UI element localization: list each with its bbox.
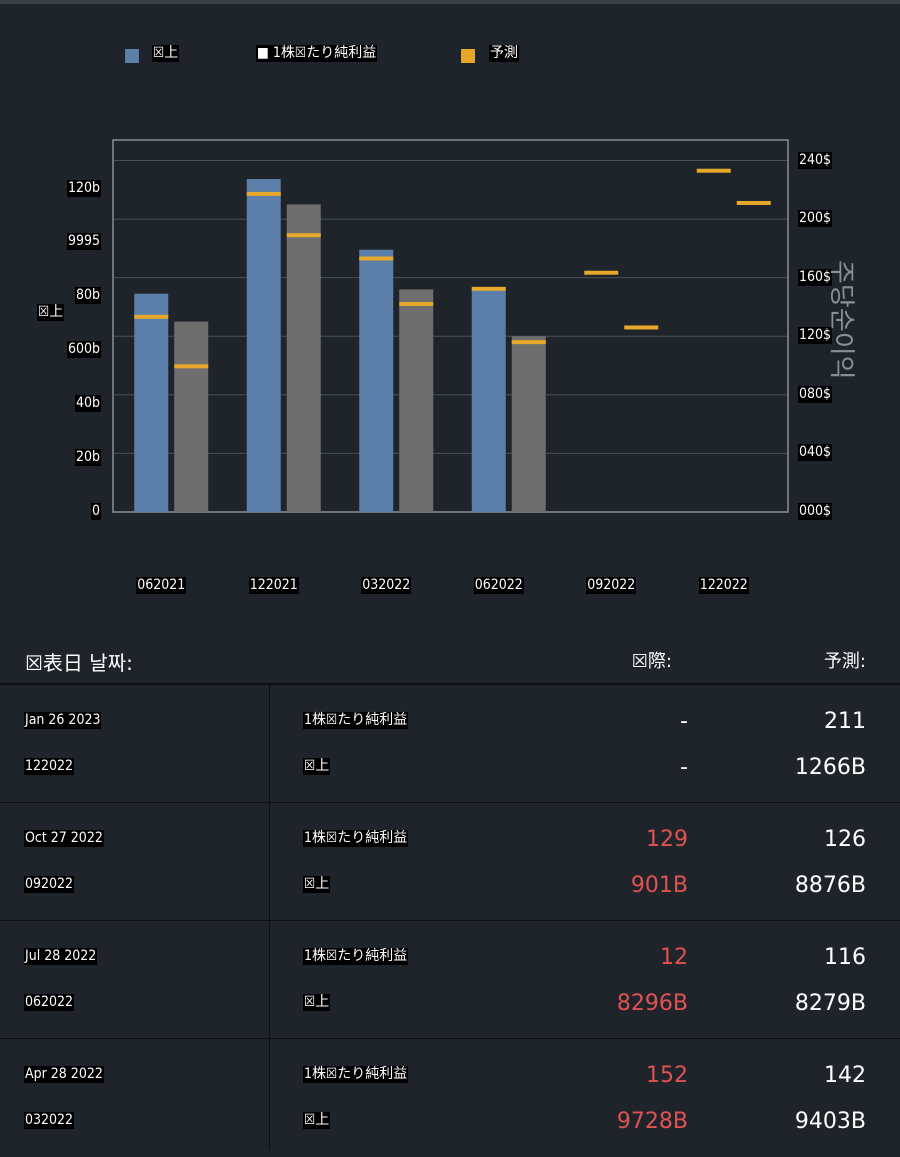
revenue-forecast-marker [584,270,619,275]
table-row[interactable]: Jul 28 2022 062022 1株☒たり純利益 ☒上 12 8296B … [0,920,900,1039]
x-axis-tick: 032022 [361,577,412,594]
left-axis-tick: 20b [74,449,101,467]
right-axis-tick: 200$ [798,210,833,228]
x-axis-tick: 062022 [473,577,524,594]
fiscal-period: 032022 [24,1112,75,1129]
revenue-forecast-marker [696,168,731,173]
fiscal-period: 092022 [24,876,75,893]
left-axis-title: ☒上 [37,304,65,321]
eps-bar [511,336,546,512]
revenue-bar [471,288,506,512]
left-axis-tick: 600b [66,341,101,359]
eps-actual: 129 [646,827,688,852]
header-actual: ☒際: [631,651,672,672]
revenue-label: ☒上 [303,758,331,775]
report-date: Jan 26 2023 [24,712,102,729]
right-axis-tick: 080$ [798,385,833,403]
header-date: ☒表日 날짜: [25,651,133,675]
eps-label: 1株☒たり純利益 [303,830,409,847]
revenue-actual: - [680,755,688,780]
eps-forecast-marker [511,340,546,345]
report-date: Apr 28 2022 [24,1066,104,1083]
eps-label: 1株☒たり純利益 [303,712,409,729]
x-axis-tick: 092022 [586,577,637,594]
left-axis-tick: 0 [90,503,101,520]
revenue-label: ☒上 [303,1112,331,1129]
fiscal-period: 122022 [24,758,75,775]
left-axis-tick: 80b [74,287,101,305]
report-date: Jul 28 2022 [24,948,98,965]
earnings-chart [112,139,789,513]
revenue-forecast: 9403B [794,1109,866,1134]
eps-forecast-marker [286,233,321,238]
revenue-forecast-marker [359,256,394,261]
eps-actual: - [680,709,688,734]
plot-frame [112,139,789,513]
eps-actual: 152 [646,1063,688,1088]
eps-forecast-marker [174,364,209,369]
revenue-actual: 901B [630,873,688,898]
revenue-bar [134,293,169,512]
eps-label: 1株☒たり純利益 [303,1066,409,1083]
eps-bar [286,204,321,512]
table-row[interactable]: Apr 28 2022 032022 1株☒たり純利益 ☒上 152 9728B… [0,1038,900,1157]
right-axis-tick: 000$ [798,503,833,520]
revenue-actual: 8296B [616,991,688,1016]
eps-forecast: 142 [824,1063,866,1088]
eps-forecast: 116 [824,945,866,970]
left-axis-tick: 40b [74,395,101,413]
right-axis-title: 주당순이익 [826,260,856,380]
eps-actual: 12 [660,945,688,970]
column-divider [269,684,270,1150]
revenue-forecast: 8279B [794,991,866,1016]
header-forecast: 予測: [823,651,866,672]
left-axis-tick: 9995 [66,233,101,251]
right-axis-tick: 040$ [798,444,833,462]
revenue-bar [246,179,281,512]
eps-forecast-marker [736,200,771,205]
eps-forecast-marker [624,325,659,330]
x-axis-tick: 062021 [136,577,187,594]
eps-forecast: 126 [824,827,866,852]
revenue-forecast-marker [246,191,281,196]
report-date: Oct 27 2022 [24,830,104,847]
fiscal-period: 062022 [24,994,75,1011]
eps-forecast-marker [399,302,434,307]
revenue-bar [359,249,394,512]
right-axis-tick: 240$ [798,151,833,169]
eps-bar [399,289,434,512]
table-row[interactable]: Jan 26 2023 122022 1株☒たり純利益 ☒上 - - 211 1… [0,684,900,803]
revenue-label: ☒上 [303,876,331,893]
revenue-label: ☒上 [303,994,331,1011]
revenue-forecast: 8876B [794,873,866,898]
x-axis-tick: 122021 [248,577,299,594]
revenue-forecast-marker [471,286,506,291]
revenue-forecast: 1266B [794,755,866,780]
eps-label: 1株☒たり純利益 [303,948,409,965]
eps-forecast: 211 [824,709,866,734]
revenue-forecast-marker [134,314,169,319]
eps-bar [174,321,209,512]
revenue-actual: 9728B [616,1109,688,1134]
table-row[interactable]: Oct 27 2022 092022 1株☒たり純利益 ☒上 129 901B … [0,802,900,921]
left-axis-tick: 120b [66,179,101,197]
x-axis-tick: 122022 [698,577,749,594]
